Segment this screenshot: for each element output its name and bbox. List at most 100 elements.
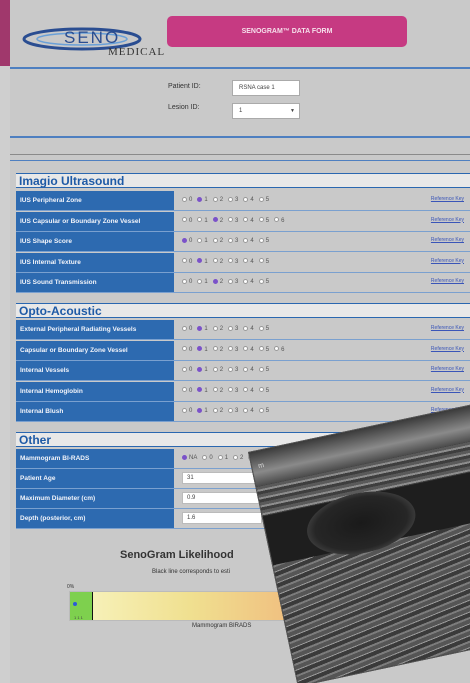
radio-option[interactable]: 3	[228, 320, 238, 339]
radio-option[interactable]: 0	[182, 191, 192, 210]
radio-option[interactable]: 5	[258, 253, 269, 272]
radio-option[interactable]: 3	[228, 341, 238, 360]
radio-option[interactable]: 0	[182, 273, 192, 292]
patient-age-input[interactable]: 31	[182, 472, 262, 484]
radio-option[interactable]: 1	[197, 402, 208, 421]
radio-option[interactable]: 4	[243, 212, 254, 231]
radio-option[interactable]: 1	[217, 449, 228, 468]
radio-option[interactable]: 0	[182, 253, 192, 272]
form-title-button[interactable]: SENOGRAM™ DATA FORM	[167, 16, 407, 47]
radio-option[interactable]: 2	[212, 341, 223, 360]
reference-key-link[interactable]: Reference Key	[431, 382, 464, 399]
radio-option[interactable]: 1	[197, 320, 208, 339]
radio-option[interactable]: 3	[228, 253, 238, 272]
radio-option[interactable]: 2	[212, 320, 223, 339]
radio-icon	[197, 217, 203, 223]
radio-option[interactable]: 6	[274, 212, 284, 231]
radio-icon	[212, 278, 218, 284]
radio-option[interactable]: 3	[228, 191, 238, 210]
radio-option[interactable]: 5	[258, 232, 269, 251]
radio-option[interactable]: 0	[182, 212, 192, 231]
radio-option[interactable]: 0	[182, 341, 192, 360]
radio-option[interactable]: 2	[212, 382, 223, 401]
radio-option[interactable]: 5	[258, 320, 269, 339]
radio-option[interactable]: 4	[243, 191, 254, 210]
reference-key-link[interactable]: Reference Key	[431, 341, 464, 358]
radio-option[interactable]: 1	[197, 232, 208, 251]
radio-option[interactable]: 3	[228, 232, 238, 251]
radio-option[interactable]: 3	[228, 273, 238, 292]
radio-option[interactable]: 4	[243, 273, 254, 292]
radio-icon	[243, 258, 249, 264]
radio-label: 0	[189, 346, 193, 353]
radio-option[interactable]: 4	[243, 341, 254, 360]
reference-key-link[interactable]: Reference Key	[431, 273, 464, 290]
radio-option[interactable]: 1	[197, 341, 208, 360]
radio-option[interactable]: 1	[197, 212, 208, 231]
radio-option[interactable]: 1	[197, 361, 208, 380]
score-row: Capsular or Boundary Zone Vessel 0 1 2 3 4 5 6 R…	[16, 340, 470, 361]
radio-option[interactable]: NA	[182, 449, 197, 468]
radio-option[interactable]: 5	[258, 402, 269, 421]
radio-icon	[243, 366, 249, 372]
radio-option[interactable]: 5	[258, 273, 269, 292]
radio-icon	[228, 407, 234, 413]
radio-option[interactable]: 3	[228, 402, 238, 421]
radio-option[interactable]: 5	[258, 191, 269, 210]
radio-option[interactable]: 0	[182, 361, 192, 380]
radio-option[interactable]: 2	[212, 253, 223, 272]
radio-option[interactable]: 2	[212, 232, 223, 251]
radio-label: 6	[281, 217, 285, 224]
radio-option[interactable]: 3	[228, 361, 238, 380]
radio-icon	[228, 278, 234, 284]
radio-icon	[212, 407, 218, 413]
radio-option[interactable]: 2	[212, 191, 223, 210]
radio-label: 4	[250, 408, 254, 414]
reference-key-link[interactable]: Reference Key	[431, 361, 464, 378]
radio-option[interactable]: 4	[243, 253, 254, 272]
reference-key-link[interactable]: Reference Key	[431, 212, 464, 229]
radio-option[interactable]: 4	[243, 232, 254, 251]
radio-option[interactable]: 0	[182, 320, 192, 339]
radio-option[interactable]: 5	[258, 361, 269, 380]
depth-input[interactable]: 1.6	[182, 512, 262, 524]
radio-option[interactable]: 0	[182, 382, 192, 401]
radio-icon	[258, 407, 264, 413]
reference-key-link[interactable]: Reference Key	[431, 253, 464, 270]
radio-option[interactable]: 2	[233, 449, 243, 468]
radio-option[interactable]: 5	[258, 382, 269, 401]
radio-option[interactable]: 2	[212, 402, 223, 421]
radio-option[interactable]: 1	[197, 273, 208, 292]
radio-option[interactable]: 0	[182, 232, 192, 251]
radio-option[interactable]: 4	[243, 382, 254, 401]
divider	[10, 136, 470, 138]
radio-option[interactable]: 2	[212, 273, 223, 292]
radio-label: 1	[204, 279, 208, 285]
radio-option[interactable]: 0	[202, 449, 213, 468]
radio-option[interactable]: 1	[197, 191, 208, 210]
max-diameter-input[interactable]: 0.9	[182, 492, 262, 504]
radio-option[interactable]: 5	[258, 212, 269, 231]
radio-option[interactable]: 0	[182, 402, 192, 421]
radio-option[interactable]: 2	[212, 361, 223, 380]
radio-option[interactable]: 3	[228, 212, 238, 231]
radio-option[interactable]: 4	[243, 361, 254, 380]
radio-option[interactable]: 5	[258, 341, 269, 360]
radio-option[interactable]: 4	[243, 402, 254, 421]
radio-option[interactable]: 3	[228, 382, 238, 401]
radio-option[interactable]: 1	[197, 253, 208, 272]
reference-key-link[interactable]: Reference Key	[431, 191, 464, 208]
radio-icon	[197, 346, 203, 352]
radio-icon	[202, 454, 208, 460]
reference-key-link[interactable]: Reference Key	[431, 232, 464, 249]
lesion-id-select[interactable]: 1 ▼	[232, 103, 300, 119]
radio-option[interactable]: 4	[243, 320, 254, 339]
radio-option[interactable]: 6	[274, 341, 284, 360]
radio-icon	[233, 454, 239, 460]
row-label: Internal Hemoglobin	[16, 381, 174, 401]
radio-option[interactable]: 1	[197, 382, 208, 401]
radio-option[interactable]: 2	[212, 212, 223, 231]
reference-key-link[interactable]: Reference Key	[431, 320, 464, 337]
patient-id-input[interactable]: RSNA case 1	[232, 80, 300, 96]
likelihood-subtitle: Black line corresponds to esti	[152, 569, 231, 575]
